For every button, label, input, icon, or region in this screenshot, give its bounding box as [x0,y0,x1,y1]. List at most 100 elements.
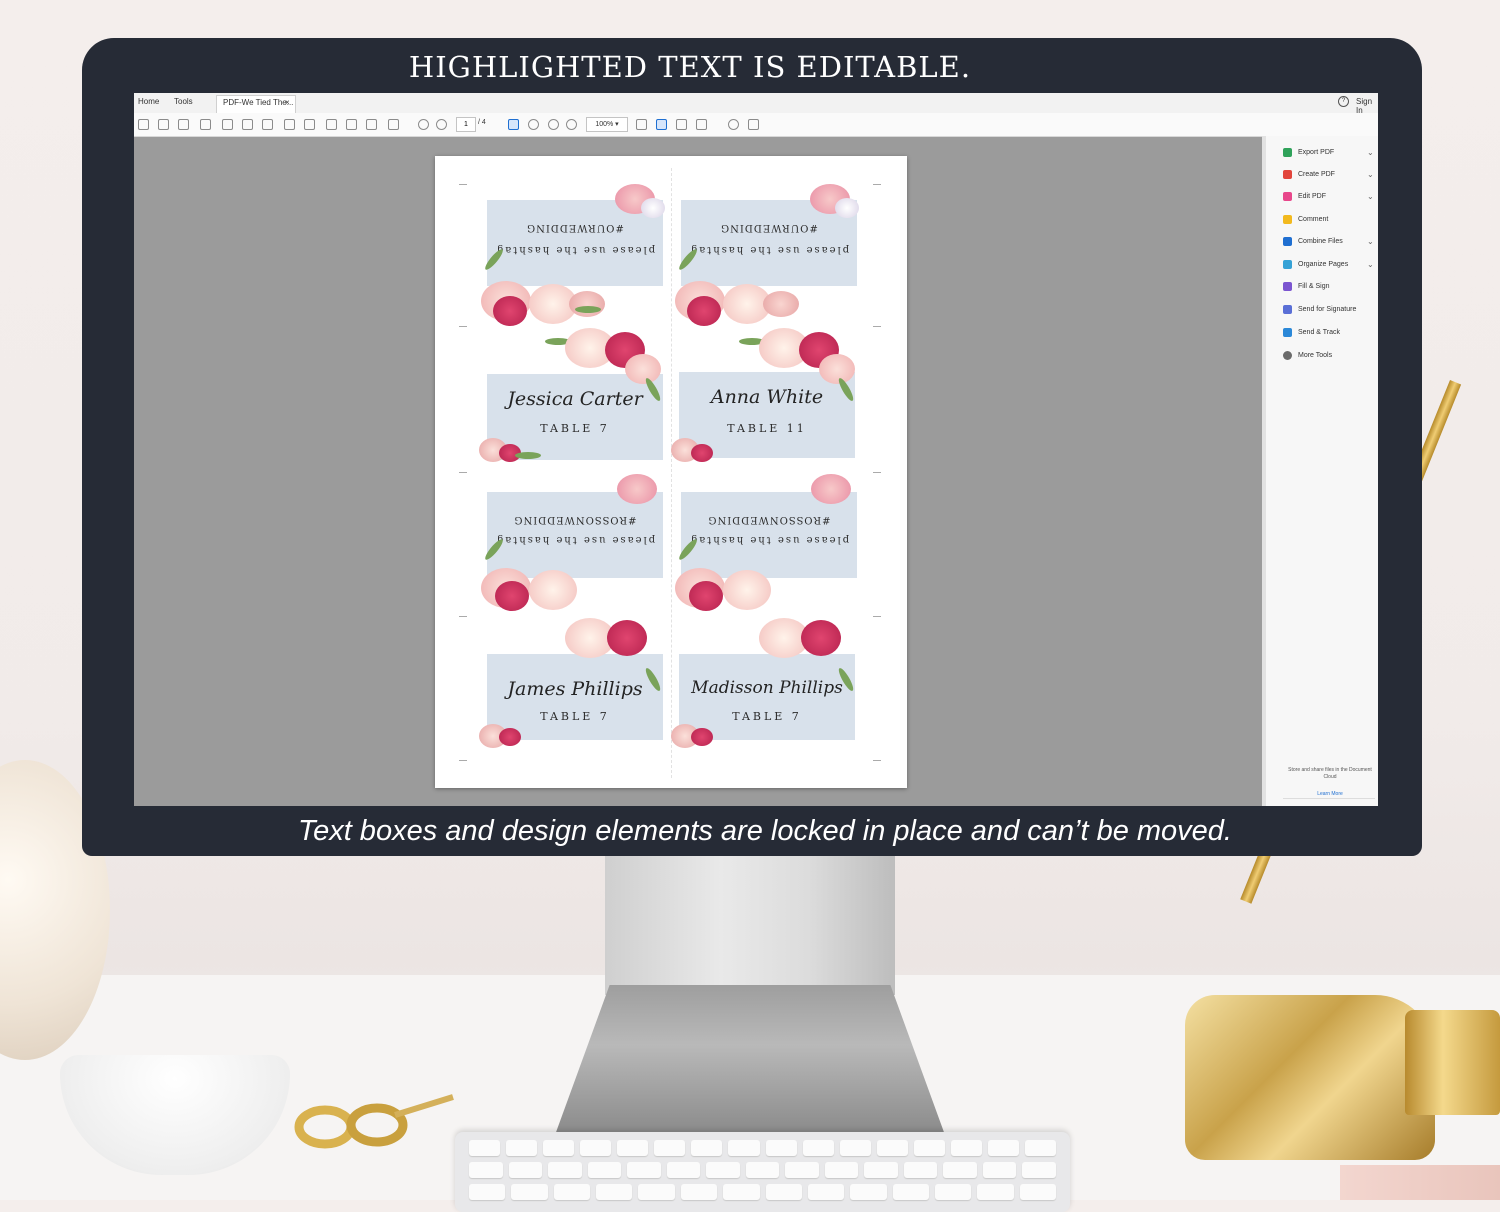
hand-icon[interactable] [528,119,539,130]
monitor-stand-base [555,985,945,1135]
copy-icon[interactable] [304,119,315,130]
table-number[interactable]: TABLE 7 [487,710,663,723]
tool-more-tools[interactable]: More Tools [1283,349,1332,363]
panel-divider [1283,798,1375,799]
hashtag-prompt: please use the hashtag [487,244,663,255]
crop-mark [873,472,881,473]
tool-send-for-signature[interactable]: Send for Signature [1283,303,1356,317]
crop-mark [459,616,467,617]
hashtag-text[interactable]: #ROSSONWEDDING [681,514,857,525]
hashtag-text[interactable]: #OURWEDDING [487,222,663,233]
image-icon[interactable] [346,119,357,130]
crop-mark [873,184,881,185]
panel-splitter[interactable] [1262,136,1266,806]
gold-cup [1405,1010,1500,1115]
fit-page-icon[interactable] [676,119,687,130]
tool-label: Send for Signature [1298,306,1356,313]
learn-more-link[interactable]: Learn More [1282,791,1378,797]
tool-combine-files[interactable]: Combine Files⌄ [1283,235,1343,249]
tool-label: More Tools [1298,352,1332,359]
crop-mark [459,760,467,761]
help-icon[interactable]: ? [1338,96,1349,107]
send-signature-icon [1283,305,1292,314]
read-mode-icon[interactable] [696,119,707,130]
tool-comment[interactable]: Comment [1283,213,1328,227]
tab-home[interactable]: Home [138,97,159,106]
crop-mark [459,472,467,473]
fill-sign-icon [1283,282,1292,291]
save-icon[interactable] [138,119,149,130]
cut-icon[interactable] [284,119,295,130]
guest-name[interactable]: Madisson Phillips [679,678,855,698]
chevron-down-icon[interactable]: ⌄ [1367,146,1374,160]
zoom-level: 100% [595,121,613,128]
locked-elements-caption: Text boxes and design elements are locke… [0,815,1500,848]
tool-export-pdf[interactable]: Export PDF⌄ [1283,146,1334,160]
clipboard-icon[interactable] [326,119,337,130]
tool-create-pdf[interactable]: Create PDF⌄ [1283,168,1335,182]
document-search-icon[interactable] [222,119,233,130]
upload-icon[interactable] [158,119,169,130]
rose-notebook [1340,1165,1500,1200]
email-icon[interactable] [200,119,211,130]
zoom-out-icon[interactable] [548,119,559,130]
hashtag-prompt: please use the hashtag [487,534,663,545]
hashtag-text[interactable]: #OURWEDDING [681,222,857,233]
guest-name[interactable]: Anna White [679,386,855,408]
print-icon[interactable] [178,119,189,130]
hashtag-text[interactable]: #ROSSONWEDDING [487,514,663,525]
crop-mark [459,326,467,327]
crop-icon[interactable] [636,119,647,130]
acrobat-window: Home Tools PDF-We Tied The... × ? Sign I… [134,93,1378,806]
guest-name[interactable]: James Phillips [487,678,663,700]
tool-fill-sign[interactable]: Fill & Sign [1283,280,1330,294]
pen-icon[interactable] [748,119,759,130]
tool-send-track[interactable]: Send & Track [1283,326,1340,340]
organize-pages-icon [1283,260,1292,269]
table-number[interactable]: TABLE 7 [487,422,663,435]
search-icon[interactable] [366,119,377,130]
card-front-panel: Madisson Phillips TABLE 7 [679,654,855,740]
combine-files-icon [1283,237,1292,246]
tool-label: Organize Pages [1298,261,1348,268]
tool-label: Export PDF [1298,149,1334,156]
tool-label: Combine Files [1298,238,1343,245]
chevron-down-icon[interactable]: ⌄ [1367,235,1374,249]
gold-stapler [1185,995,1435,1160]
chevron-down-icon[interactable]: ⌄ [1367,190,1374,204]
binoculars-icon[interactable] [388,119,399,130]
table-number[interactable]: TABLE 7 [679,710,855,723]
tab-document[interactable]: PDF-We Tied The... × [216,95,296,113]
chevron-down-icon[interactable]: ⌄ [1367,258,1374,272]
previous-page-icon[interactable] [418,119,429,130]
tool-edit-pdf[interactable]: Edit PDF⌄ [1283,190,1326,204]
tool-organize-pages[interactable]: Organize Pages⌄ [1283,258,1348,272]
chevron-down-icon[interactable]: ⌄ [1367,168,1374,182]
next-page-icon[interactable] [436,119,447,130]
tab-bar: Home Tools PDF-We Tied The... × ? Sign I… [134,93,1378,114]
zoom-in-icon[interactable] [566,119,577,130]
card-front-panel: James Phillips TABLE 7 [487,654,663,740]
tool-label: Fill & Sign [1298,283,1330,290]
keyboard [455,1132,1070,1212]
tool-label: Comment [1298,216,1328,223]
edit-text-icon[interactable] [656,119,667,130]
tab-document-label: PDF-We Tied The... [223,98,293,107]
select-cursor-icon[interactable] [508,119,519,130]
undo-icon[interactable] [242,119,253,130]
zoom-level-select[interactable]: 100% ▾ [586,117,628,132]
redo-icon[interactable] [262,119,273,130]
tab-tools[interactable]: Tools [174,97,193,106]
export-pdf-icon [1283,148,1292,157]
page-number-input[interactable]: 1 [456,117,476,132]
edit-pdf-icon [1283,192,1292,201]
close-tab-icon[interactable]: × [285,98,290,107]
page-total: / 4 [478,119,486,126]
table-number[interactable]: TABLE 11 [679,422,855,435]
card-back-panel: #ROSSONWEDDING please use the hashtag [487,492,663,578]
pdf-page: #OURWEDDING please use the hashtag Jessi… [435,156,907,788]
guest-name[interactable]: Jessica Carter [487,388,663,410]
comment-icon[interactable] [728,119,739,130]
crop-mark [459,184,467,185]
create-pdf-icon [1283,170,1292,179]
